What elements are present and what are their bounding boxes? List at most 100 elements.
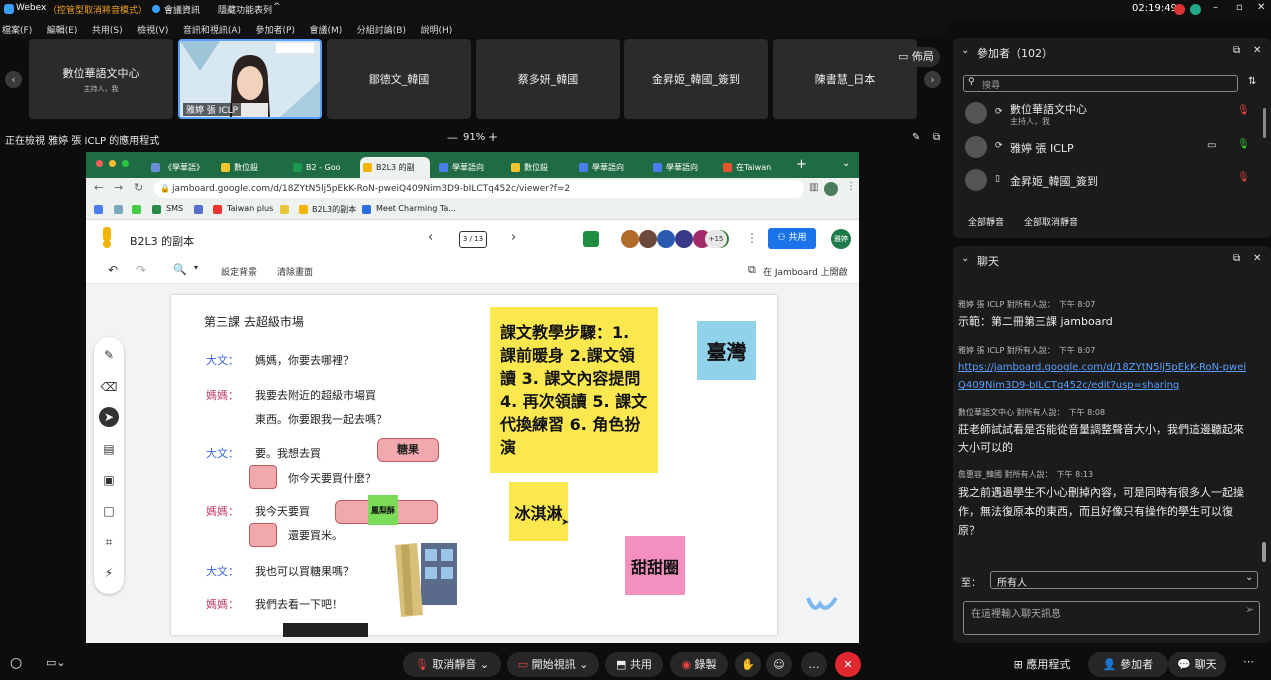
bookmark-icon[interactable] <box>280 205 289 214</box>
reactions-button[interactable]: ☺ <box>766 652 792 677</box>
video-tile[interactable]: 蔡多妍_韓國 <box>476 39 620 119</box>
zoom-icon[interactable]: 🔍 <box>173 263 187 276</box>
shape-icon[interactable]: □ <box>99 501 119 521</box>
bookmark-icon[interactable] <box>132 205 141 214</box>
url-field[interactable]: 🔒 jamboard.google.com/d/18ZYtN5lj5pEkK-R… <box>154 180 804 198</box>
meet-present-icon[interactable] <box>583 231 599 247</box>
menu-help[interactable]: 說明(H) <box>421 23 453 36</box>
answer-box-candy[interactable]: 糖果 <box>377 438 439 462</box>
participant-row[interactable]: ⟳ 數位華語文中心 主持人，我 🎙 <box>963 100 1258 126</box>
more-collaborators[interactable]: +15 <box>705 230 727 248</box>
more-button[interactable]: … <box>801 652 827 677</box>
supermarket-image[interactable] <box>389 541 459 619</box>
chat-input[interactable]: 在這裡輸入聊天訊息 ➢ <box>963 601 1260 635</box>
participant-row[interactable]: ⟳ 雅婷 張 ICLP ▭ 🎙 <box>963 134 1258 160</box>
video-tile[interactable]: 鄒德文_韓國 <box>327 39 471 119</box>
zoom-menu-icon[interactable]: ▾ <box>194 263 198 272</box>
participants-button[interactable]: 👤 參加者 <box>1088 652 1168 677</box>
popout-icon[interactable]: ⧉ <box>1233 45 1240 56</box>
scrollbar[interactable] <box>1262 542 1266 562</box>
close-dot-icon[interactable] <box>96 160 103 167</box>
redo-icon[interactable]: ↷ <box>136 263 146 277</box>
forward-icon[interactable]: → <box>114 181 123 194</box>
scrollbar[interactable] <box>1263 108 1266 138</box>
reactions-icon[interactable]: ○ <box>10 655 22 671</box>
image-partial[interactable] <box>283 623 368 637</box>
menu-share[interactable]: 共用(S) <box>92 23 123 36</box>
apps-button[interactable]: ⊞ 應用程式 <box>1002 652 1082 677</box>
next-frame-icon[interactable]: › <box>511 230 516 245</box>
zoom-out-button[interactable]: — <box>447 131 458 144</box>
bookmark-meet[interactable]: Meet Charming Ta... <box>376 204 456 213</box>
browser-tab-active[interactable]: B2L3 的副 <box>360 157 430 178</box>
jam-share-button[interactable]: ⚇ 共用 <box>768 228 816 249</box>
browser-tab[interactable]: 學華語向 <box>650 157 718 178</box>
collapse-icon[interactable]: ⌄ <box>961 45 969 56</box>
video-icon[interactable]: ▭ <box>1207 140 1216 151</box>
more-options-icon[interactable]: ⋮ <box>746 231 758 245</box>
bookmark-taiwan-plus[interactable]: Taiwan plus <box>227 204 273 213</box>
menu-audio-video[interactable]: 音訊和視訊(A) <box>183 23 241 36</box>
browser-tab[interactable]: 學華語向 <box>576 157 644 178</box>
sort-icon[interactable]: ⇅ <box>1248 76 1256 87</box>
leave-button[interactable]: ✕ <box>835 652 861 677</box>
answer-box[interactable] <box>249 523 277 547</box>
muted-mic-icon[interactable]: 🎙 <box>1237 172 1250 183</box>
menu-participants[interactable]: 參加者(P) <box>256 23 295 36</box>
tab-list-icon[interactable]: ⌄ <box>842 158 850 169</box>
frame-counter[interactable]: 3 / 13 <box>459 231 487 248</box>
unmute-all-button[interactable]: 全部取消靜音 <box>1024 215 1078 228</box>
strip-prev-icon[interactable]: ‹ <box>5 71 22 88</box>
recipient-select[interactable]: 所有人 ⌄ <box>990 571 1258 589</box>
bookmark-b2l3[interactable]: B2L3的副本 <box>312 204 356 215</box>
browser-tab[interactable]: 學華語向 <box>436 157 506 178</box>
video-tile[interactable]: 金昇姬_韓國_簽到 <box>624 39 768 119</box>
close-panel-icon[interactable]: ✕ <box>1253 45 1261 56</box>
layout-button[interactable]: ▭ 佈局 <box>892 47 940 67</box>
close-panel-icon[interactable]: ✕ <box>1253 253 1261 264</box>
undo-icon[interactable]: ↶ <box>108 263 118 277</box>
participant-search[interactable]: ⚲ 搜尋 <box>963 75 1238 92</box>
menu-file[interactable]: 檔案(F) <box>2 23 32 36</box>
menu-meeting[interactable]: 會議(M) <box>310 23 343 36</box>
back-icon[interactable]: ← <box>94 181 103 194</box>
send-icon[interactable]: ➢ <box>1245 603 1254 616</box>
captions-icon[interactable]: ▭⌄ <box>46 656 66 669</box>
sticky-donut[interactable]: 甜甜圈 <box>625 536 685 595</box>
chevron-up-icon[interactable]: ^ <box>273 2 281 12</box>
maximize-icon[interactable]: ▫ <box>1236 2 1243 13</box>
bookmark-icon[interactable] <box>94 205 103 214</box>
set-background-button[interactable]: 設定背景 <box>221 265 257 278</box>
sticky-note-icon[interactable]: ▤ <box>99 439 119 459</box>
meeting-info-button[interactable]: 會議資訊 <box>164 3 200 16</box>
jam-frame[interactable]: 第三課 去超級市場 大文： 媽媽，你要去哪裡？ 媽媽： 我要去附近的超級市場買 … <box>171 295 838 637</box>
minimize-dot-icon[interactable] <box>109 160 116 167</box>
muted-mic-icon[interactable]: 🎙 <box>1237 105 1250 116</box>
answer-box[interactable] <box>249 465 277 489</box>
browser-tab[interactable]: 在Taiwan <box>720 157 786 178</box>
mute-all-button[interactable]: 全部靜音 <box>968 215 1004 228</box>
browser-tab[interactable]: B2 - Goo <box>290 157 358 178</box>
sticky-pineapple[interactable]: 鳳梨酥 <box>368 495 398 525</box>
bookmark-sms[interactable]: SMS <box>166 204 183 213</box>
profile-avatar[interactable] <box>824 182 838 196</box>
sticky-steps[interactable]: 課文教學步驟：1. 課前暖身 2.課文領讀 3. 課文內容提問 4. 再次領讀 … <box>490 307 658 473</box>
collapse-icon[interactable]: ⌄ <box>961 253 969 264</box>
video-tile[interactable]: 數位華語文中心 主持人，我 <box>29 39 173 119</box>
new-tab-button[interactable]: + <box>796 157 807 172</box>
sticky-taiwan[interactable]: 臺灣 <box>697 321 756 380</box>
raise-hand-button[interactable]: ✋ <box>735 652 761 677</box>
open-in-jamboard-button[interactable]: 在 Jamboard 上開啟 <box>763 265 848 278</box>
menu-edit[interactable]: 編輯(E) <box>47 23 78 36</box>
textbox-icon[interactable]: ⌗ <box>99 532 119 552</box>
chat-link[interactable]: https://jamboard.google.com/d/18ZYtN5lj5… <box>958 359 1250 395</box>
bookmark-icon[interactable] <box>114 205 123 214</box>
eraser-icon[interactable]: ⌫ <box>99 377 119 397</box>
laser-icon[interactable]: ⚡ <box>99 563 119 583</box>
zoom-dot-icon[interactable] <box>122 160 129 167</box>
menu-view[interactable]: 檢視(V) <box>137 23 168 36</box>
select-icon[interactable]: ➤ <box>99 407 119 427</box>
image-icon[interactable]: ▣ <box>99 470 119 490</box>
jam-title[interactable]: B2L3 的副本 <box>130 233 194 249</box>
active-speaker-tile[interactable]: 雅婷 張 ICLP <box>178 39 322 119</box>
